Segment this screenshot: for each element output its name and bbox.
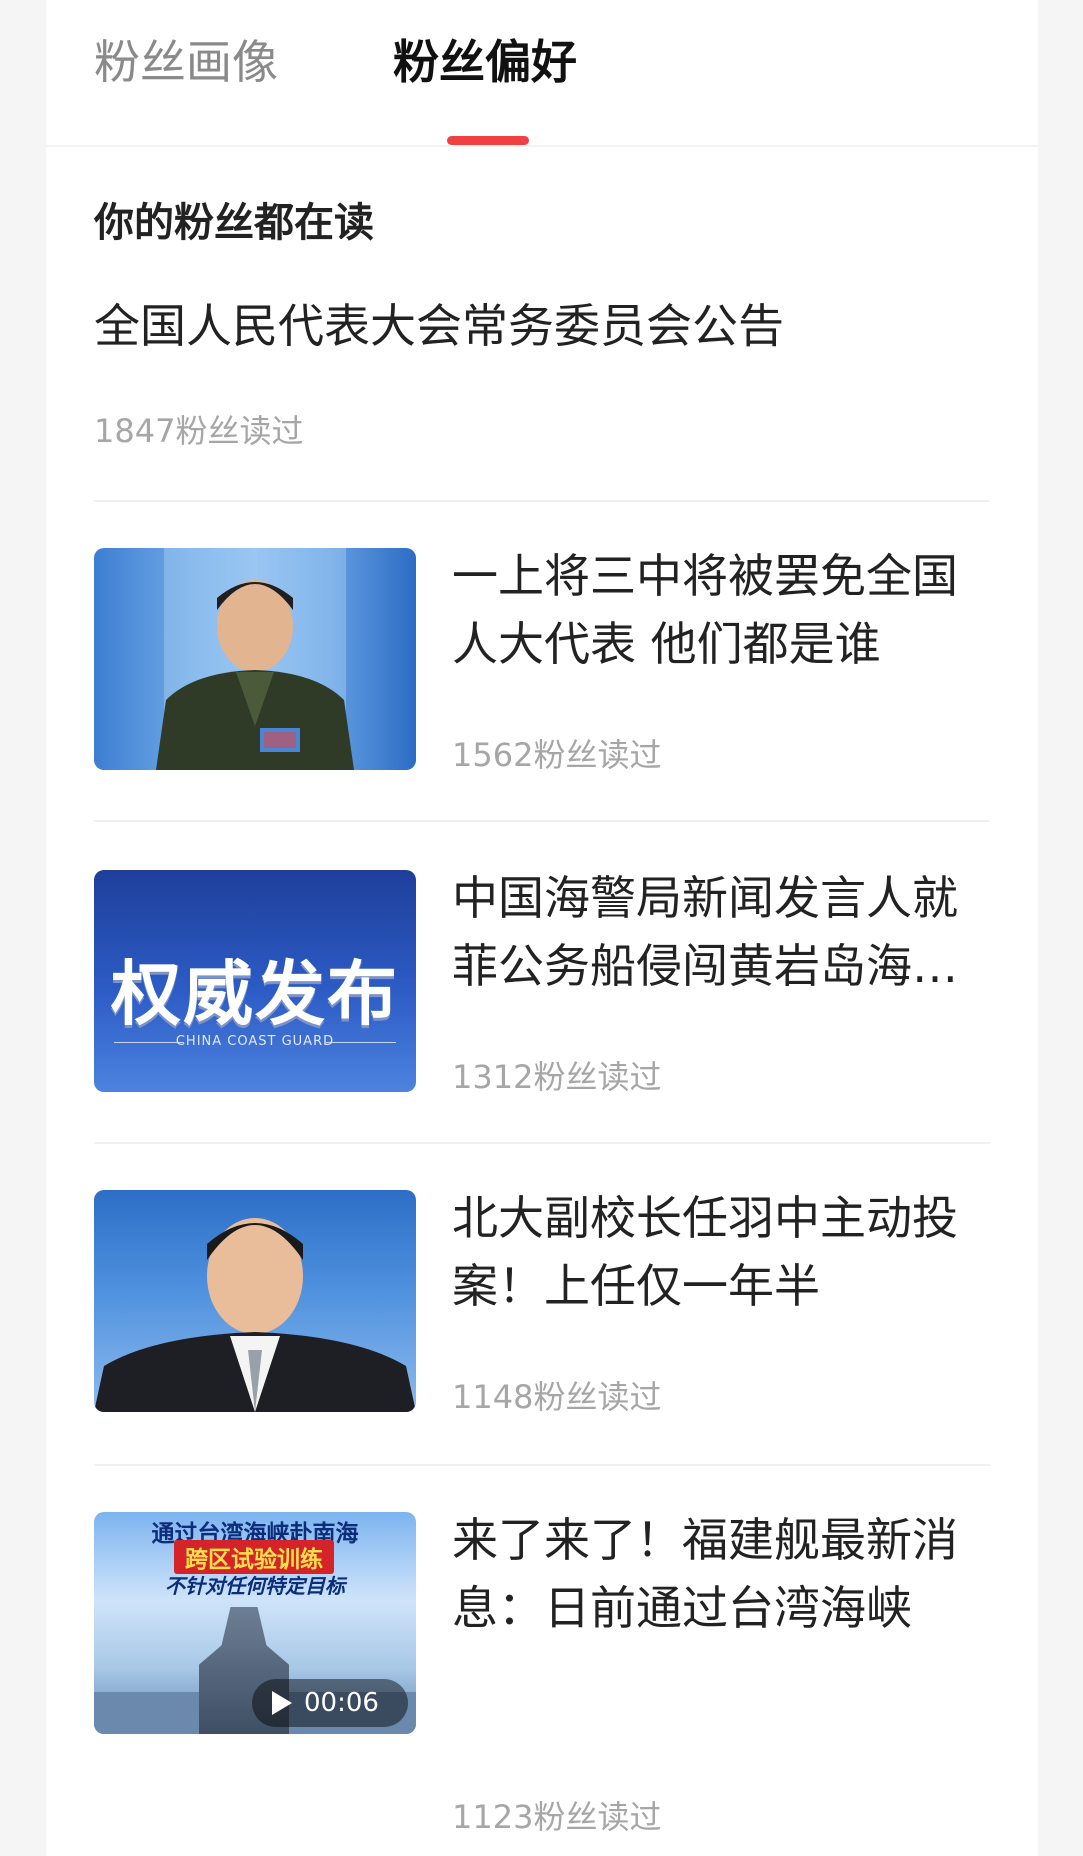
article-thumbnail [94, 1190, 416, 1412]
article-thumbnail: 通过台湾海峡赴南海 跨区试验训练 不针对任何特定目标 00:06 [94, 1512, 416, 1734]
read-count: 1562粉丝读过 [452, 736, 662, 774]
list-item[interactable]: 权威发布 CHINA COAST GUARD 中国海警局新闻发言人就菲公务船侵闯… [94, 870, 994, 1096]
thumbnail-overlay-text: 跨区试验训练 [174, 1540, 334, 1574]
officer-portrait-image [156, 548, 354, 770]
tab-fan-portrait[interactable]: 粉丝画像 [94, 32, 278, 92]
list-item[interactable]: 全国人民代表大会常务委员会公告 1847粉丝读过 [94, 288, 994, 500]
active-tab-indicator [447, 136, 529, 145]
divider [94, 500, 990, 502]
read-count: 1148粉丝读过 [452, 1378, 662, 1416]
divider [94, 820, 990, 822]
list-item[interactable]: 通过台湾海峡赴南海 跨区试验训练 不针对任何特定目标 00:06 来了来了！福建… [94, 1512, 994, 1836]
article-title: 中国海警局新闻发言人就菲公务船侵闯黄岩岛海域发表谈话 [452, 871, 958, 993]
read-count: 1847粉丝读过 [94, 412, 304, 450]
article-title: 来了来了！福建舰最新消息：日前通过台湾海峡 [452, 1513, 958, 1635]
article-title: 全国人民代表大会常务委员会公告 [94, 299, 784, 353]
article-thumbnail: 权威发布 CHINA COAST GUARD [94, 870, 416, 1092]
thumbnail-caption: CHINA COAST GUARD [175, 1034, 335, 1049]
article-title: 北大副校长任羽中主动投案！上任仅一年半 [452, 1191, 958, 1313]
divider [94, 1464, 990, 1466]
read-count: 1312粉丝读过 [452, 1058, 662, 1096]
video-duration: 00:06 [304, 1688, 379, 1718]
fans-panel: 粉丝画像 粉丝偏好 你的粉丝都在读 全国人民代表大会常务委员会公告 1847粉丝… [46, 0, 1038, 1856]
play-icon [272, 1691, 292, 1715]
divider [94, 1142, 990, 1144]
article-title: 一上将三中将被罢免全国人大代表 他们都是谁 [452, 549, 958, 671]
read-count: 1123粉丝读过 [452, 1798, 662, 1836]
video-duration-badge[interactable]: 00:06 [252, 1679, 408, 1727]
list-item[interactable]: 北大副校长任羽中主动投案！上任仅一年半 1148粉丝读过 [94, 1190, 994, 1416]
tab-bar: 粉丝画像 粉丝偏好 [46, 0, 1038, 147]
section-title: 你的粉丝都在读 [94, 200, 374, 246]
tab-fan-preference[interactable]: 粉丝偏好 [393, 32, 577, 92]
thumbnail-headline: 权威发布 [111, 953, 399, 1035]
thumbnail-overlay-text: 不针对任何特定目标 [165, 1574, 345, 1598]
list-item[interactable]: 一上将三中将被罢免全国人大代表 他们都是谁 1562粉丝读过 [94, 548, 994, 774]
official-portrait-image [94, 1218, 416, 1412]
article-thumbnail [94, 548, 416, 770]
